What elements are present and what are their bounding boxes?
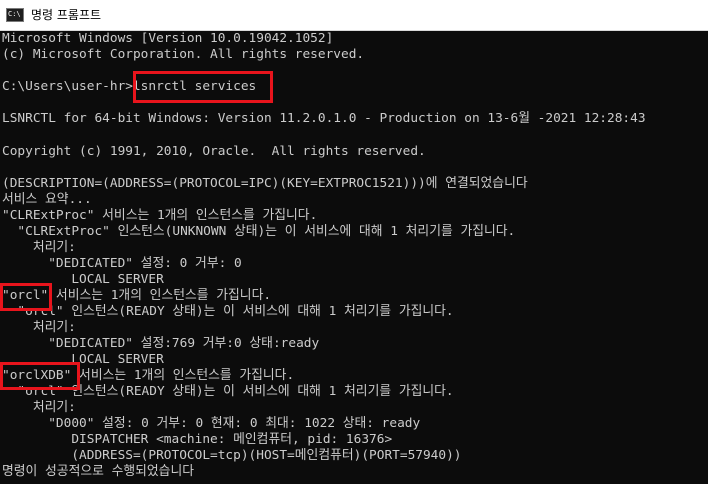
console-line-orcl-service: "orcl" 서비스는 1개의 인스턴스를 가집니다. xyxy=(2,288,272,303)
console-line: LSNRCTL for 64-bit Windows: Version 11.2… xyxy=(2,111,646,126)
console-line: "CLRExtProc" 서비스는 1개의 인스턴스를 가집니다. xyxy=(2,208,318,223)
console-line: 처리기: xyxy=(2,240,76,255)
window-title: 명령 프롬프트 xyxy=(31,8,102,22)
console-line: (DESCRIPTION=(ADDRESS=(PROTOCOL=IPC)(KEY… xyxy=(2,176,528,191)
cmd-icon-glyph: C:\ xyxy=(8,10,21,18)
console-line: (c) Microsoft Corporation. All rights re… xyxy=(2,47,365,62)
console-line: "DEDICATED" 설정:769 거부:0 상태:ready xyxy=(2,336,320,351)
console-line: "DEDICATED" 설정: 0 거부: 0 xyxy=(2,256,242,271)
console-line: LOCAL SERVER xyxy=(2,272,164,287)
title-bar[interactable]: C:\ 명령 프롬프트 xyxy=(0,0,708,31)
console-line: "orcl" 인스턴스(READY 상태)는 이 서비스에 대해 1 처리기를 … xyxy=(2,304,454,319)
console-line: 처리기: xyxy=(2,400,76,415)
console-line: 서비스 요약... xyxy=(2,192,92,207)
console-line-orclxdb-service: "orclXDB" 서비스는 1개의 인스턴스를 가집니다. xyxy=(2,368,295,383)
console-line: LOCAL SERVER xyxy=(2,352,164,367)
console-line: 명령이 성공적으로 수행되었습니다 xyxy=(2,464,195,479)
console-line: "D000" 설정: 0 거부: 0 현재: 0 최대: 1022 상태: re… xyxy=(2,416,421,431)
console-line: DISPATCHER <machine: 메인컴퓨터, pid: 16376> xyxy=(2,432,393,447)
console-line-command: C:\Users\user-hr>lsnrctl services xyxy=(2,79,257,94)
console-line: (ADDRESS=(PROTOCOL=tcp)(HOST=메인컴퓨터)(PORT… xyxy=(2,448,462,463)
console-line: Microsoft Windows [Version 10.0.19042.10… xyxy=(2,31,334,46)
console-output[interactable]: Microsoft Windows [Version 10.0.19042.10… xyxy=(0,31,708,484)
console-line: "orcl" 인스턴스(READY 상태)는 이 서비스에 대해 1 처리기를 … xyxy=(2,384,454,399)
console-line: 처리기: xyxy=(2,320,76,335)
console-line: Copyright (c) 1991, 2010, Oracle. All ri… xyxy=(2,144,426,159)
cmd-icon[interactable]: C:\ xyxy=(6,8,24,22)
console-line: "CLRExtProc" 인스턴스(UNKNOWN 상태)는 이 서비스에 대해… xyxy=(2,224,516,239)
